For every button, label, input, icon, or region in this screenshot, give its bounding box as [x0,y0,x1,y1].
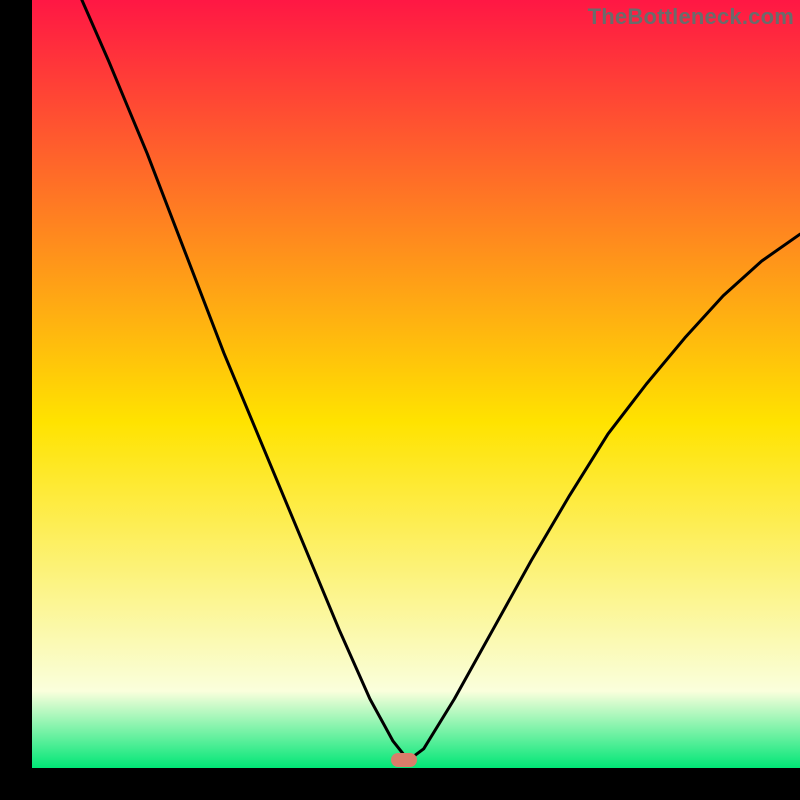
bottleneck-plot [32,0,800,768]
watermark-text: TheBottleneck.com [588,4,794,30]
gradient-background [32,0,800,768]
chart-frame: TheBottleneck.com [0,0,800,800]
optimum-marker [391,753,417,767]
